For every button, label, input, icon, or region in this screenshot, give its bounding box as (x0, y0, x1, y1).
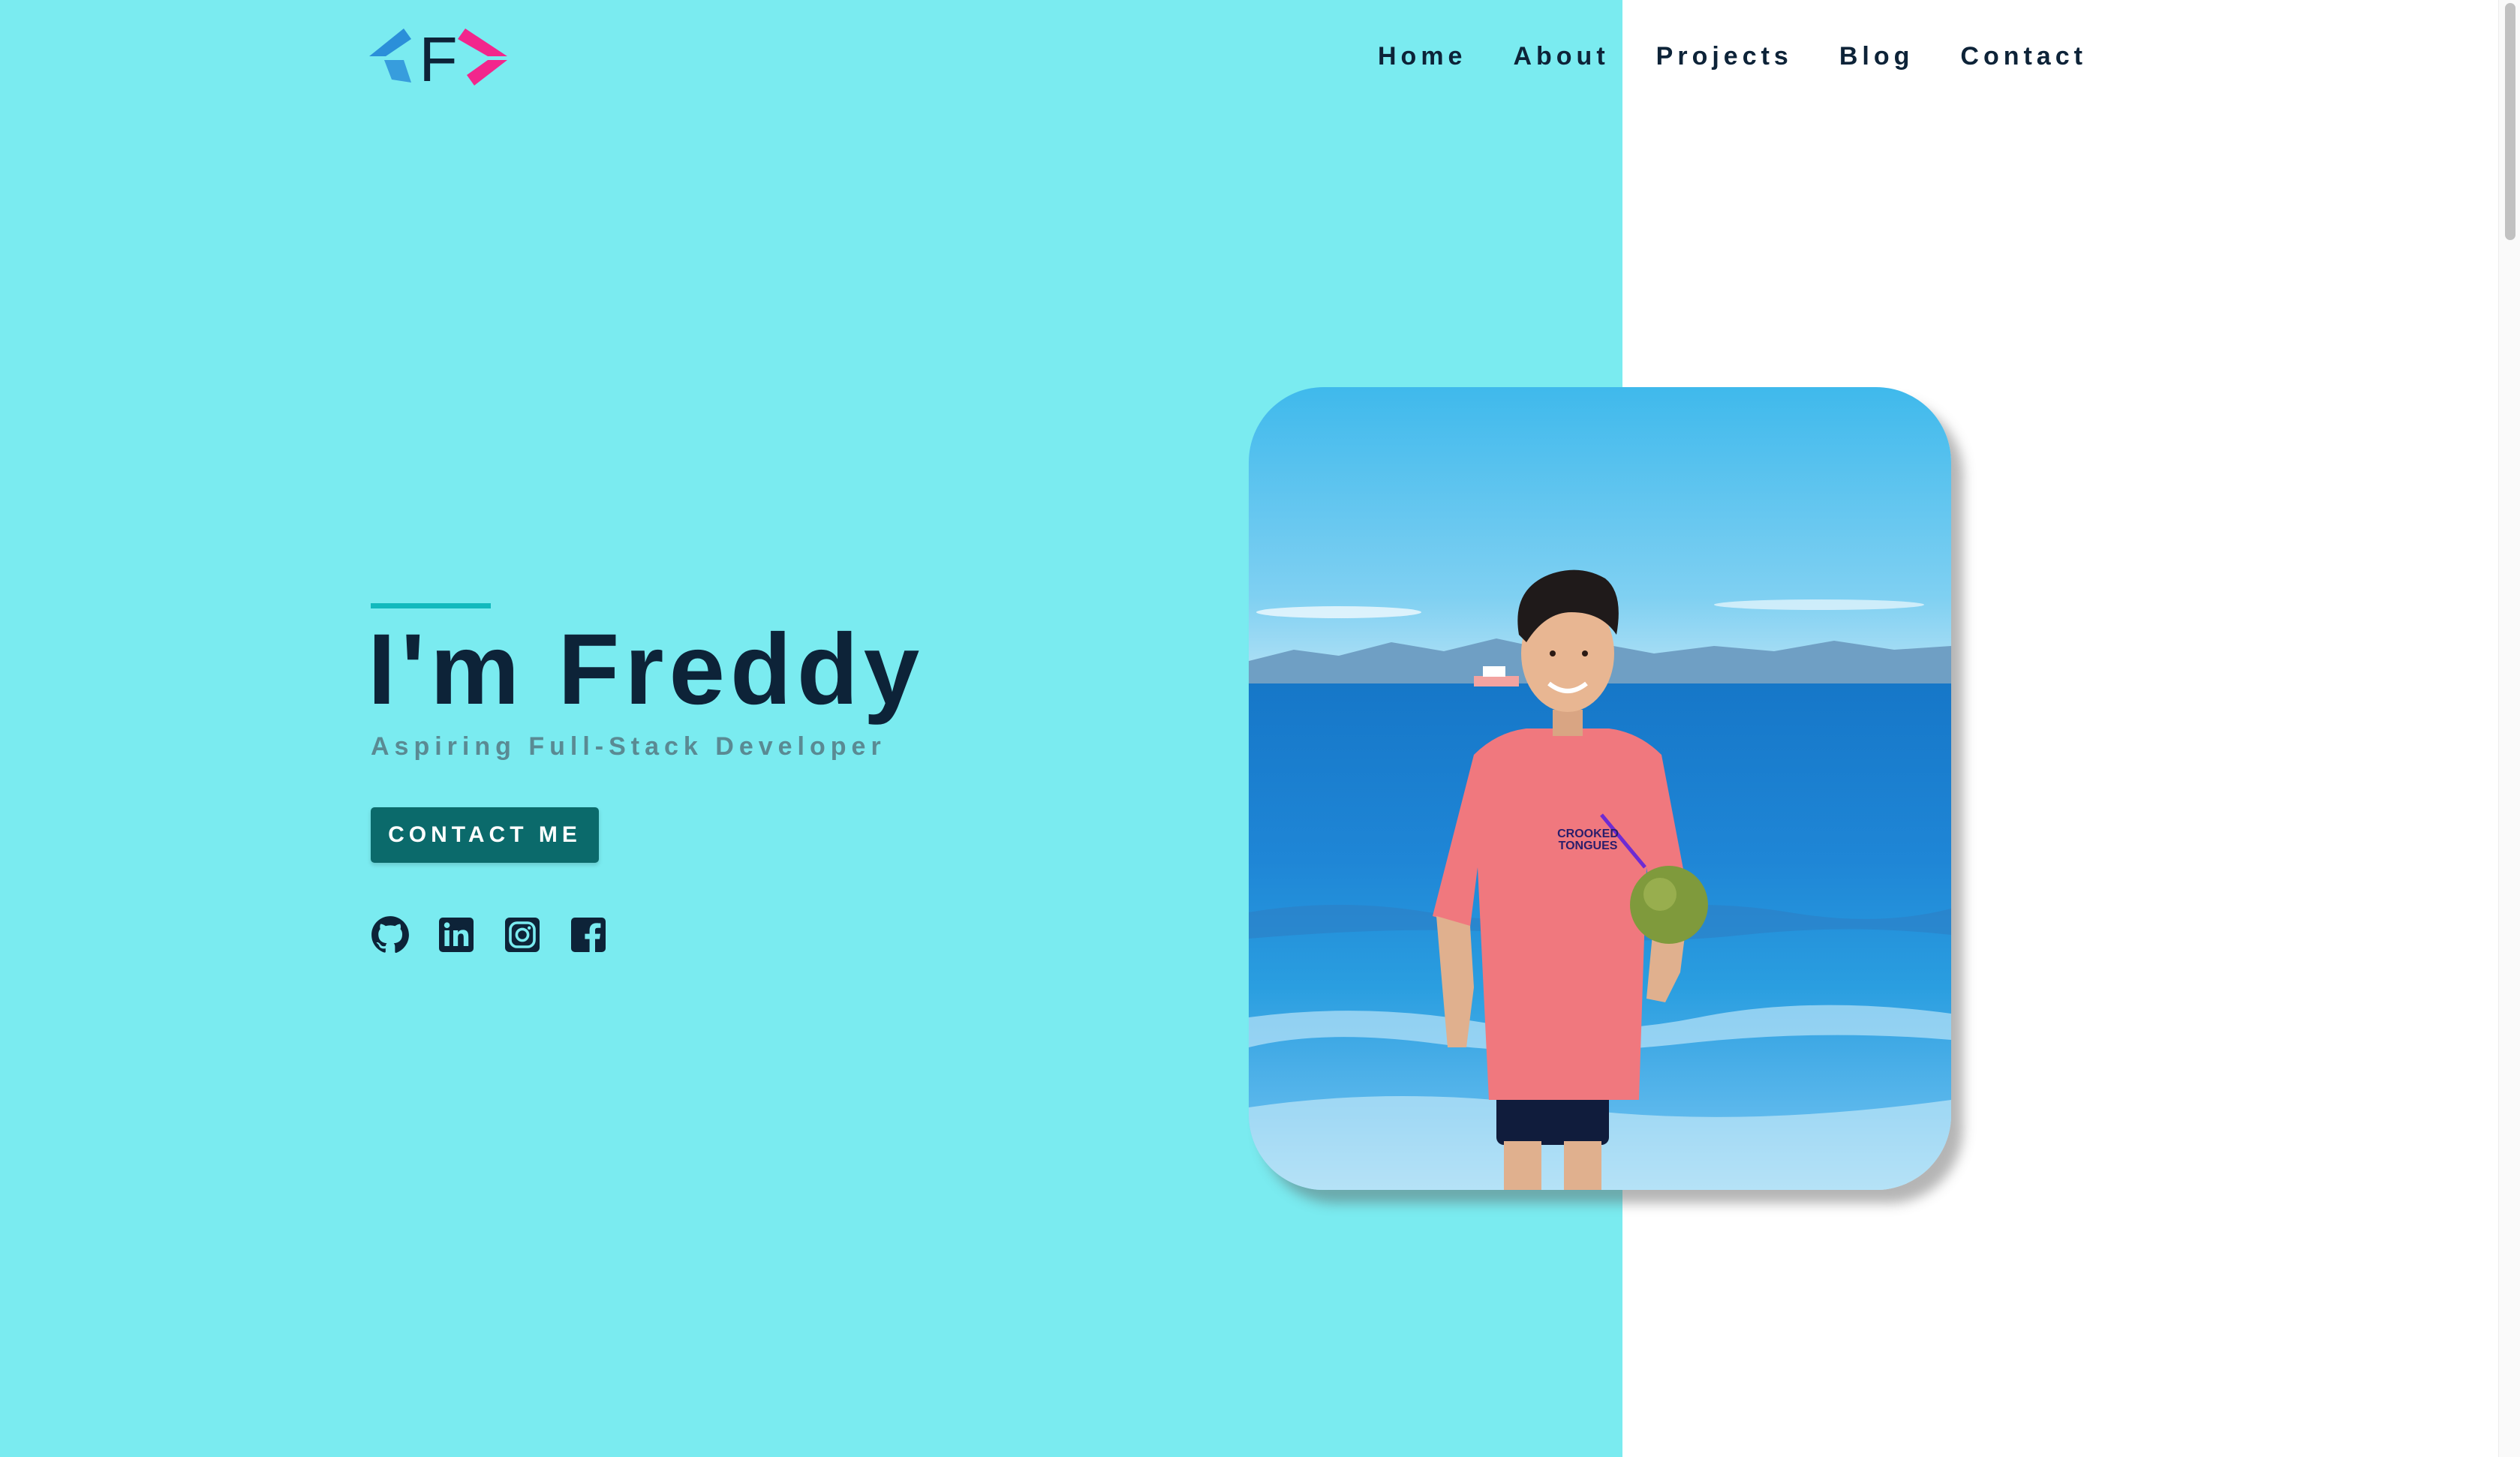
github-icon[interactable] (371, 915, 410, 954)
contact-me-button[interactable]: CONTACT ME (371, 807, 599, 863)
nav-about-link[interactable]: About (1513, 42, 1609, 71)
shirt-text-line1: CROOKED (1557, 828, 1619, 840)
beach-portrait-image: CROOKED TONGUES (1249, 387, 1951, 1190)
nav-projects-link[interactable]: Projects (1656, 42, 1793, 71)
nav-blog-link[interactable]: Blog (1839, 42, 1914, 71)
title-accent-line (371, 603, 491, 608)
linkedin-icon[interactable] (437, 915, 476, 954)
instagram-icon[interactable] (503, 915, 542, 954)
page-scrollbar[interactable] (2498, 0, 2520, 1457)
nav-home-link[interactable]: Home (1378, 42, 1466, 71)
main-nav: Home About Projects Blog Contact (1378, 42, 2134, 71)
scrollbar-thumb[interactable] (2505, 3, 2515, 240)
nav-contact-link[interactable]: Contact (1960, 42, 2087, 71)
facebook-icon[interactable] (569, 915, 608, 954)
profile-photo: CROOKED TONGUES (1249, 387, 1951, 1190)
logo-mark-icon: F (369, 24, 507, 95)
hero-subtitle: Aspiring Full-Stack Developer (371, 732, 886, 761)
hero-title: I'm Freddy (368, 614, 925, 725)
social-links (371, 915, 608, 954)
logo-letter: F (419, 24, 457, 89)
page: F Home About Projects Blog Contact I'm F… (0, 0, 2520, 1457)
site-logo[interactable]: F (369, 24, 507, 95)
shirt-text-line2: TONGUES (1559, 840, 1618, 852)
